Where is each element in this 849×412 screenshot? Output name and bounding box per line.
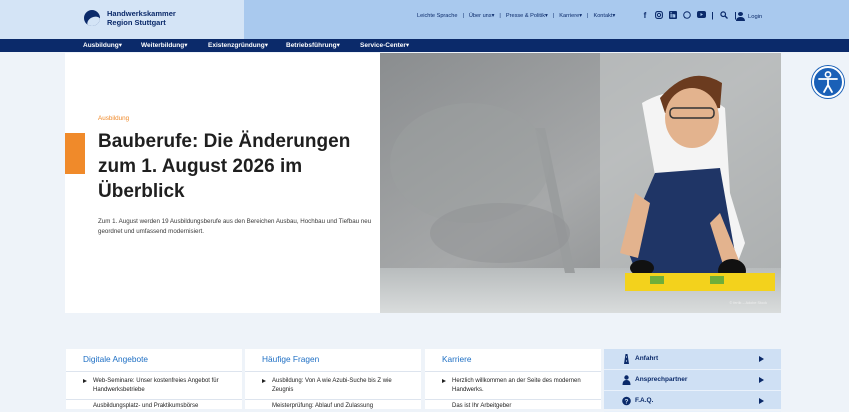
question-icon: ?: [622, 396, 631, 406]
login-link[interactable]: Login: [736, 12, 762, 21]
youtube-icon[interactable]: [697, 11, 706, 20]
nav-item-label: Ausbildung: [83, 42, 119, 49]
divider: [245, 371, 421, 372]
divider: [245, 399, 421, 400]
util-link-label: Presse & Politik: [505, 13, 546, 19]
arrow-right-icon: [759, 377, 764, 383]
linkedin-icon[interactable]: [669, 11, 677, 20]
hero-teaser[interactable]: Ausbildung Bauberufe: Die Änderungen zum…: [65, 53, 380, 313]
column-title[interactable]: Karriere: [442, 354, 472, 364]
search-icon[interactable]: [720, 11, 728, 20]
arrow-right-icon: [759, 356, 764, 362]
hero-accent-bar: [65, 133, 85, 174]
column-link[interactable]: Ausbildungsplatz- und Praktikumsbörse: [93, 403, 198, 409]
util-link-label: Über uns: [468, 13, 492, 19]
nav-item-label: Betriebsführung: [286, 42, 337, 49]
quick-link-ansprechpartner[interactable]: Ansprechpartner: [604, 370, 781, 391]
column-title[interactable]: Häufige Fragen: [262, 354, 319, 364]
divider: [66, 399, 242, 400]
divider: [425, 371, 601, 372]
nav-item-label: Service-Center: [360, 42, 406, 49]
util-link-karriere[interactable]: Karriere▾: [559, 13, 582, 19]
column-link[interactable]: Web-Seminare: Unser kostenfreies Angebot…: [83, 377, 223, 395]
quick-link-label: F.A.Q.: [635, 397, 654, 404]
arrow-right-icon: [759, 398, 764, 404]
quick-links: Anfahrt Ansprechpartner ? F.A.Q.: [604, 349, 781, 412]
separator: |: [587, 13, 589, 19]
column-link[interactable]: Meisterprüfung: Ablauf und Zulassung: [272, 403, 373, 409]
column-link[interactable]: Das ist Ihr Arbeitgeber: [452, 403, 511, 409]
column-title[interactable]: Digitale Angebote: [83, 354, 148, 364]
whatsapp-icon[interactable]: [683, 11, 691, 20]
divider: [66, 371, 242, 372]
nav-item-service-center[interactable]: Service-Center▾: [360, 41, 409, 49]
logo-line-1: Handwerkskammer: [107, 9, 176, 18]
teaser-column-digital: Digitale Angebote Web-Seminare: Unser ko…: [66, 349, 242, 409]
util-link-presse[interactable]: Presse & Politik▾: [506, 13, 548, 19]
logo-area[interactable]: Handwerkskammer Region Stuttgart: [0, 0, 244, 39]
logo-line-2: Region Stuttgart: [107, 18, 166, 27]
column-link[interactable]: Ausbildung: Von A wie Azubi-Suche bis Z …: [262, 377, 412, 395]
social-icons: f | |: [641, 11, 737, 20]
util-link-ueber-uns[interactable]: Über uns▾: [469, 13, 495, 19]
util-link-kontakt[interactable]: Kontakt▾: [593, 13, 615, 19]
separator: |: [711, 11, 714, 20]
util-link-label: Kontakt: [593, 13, 613, 19]
nav-item-ausbildung[interactable]: Ausbildung▾: [83, 41, 122, 49]
utility-nav: Leichte Sprache | Über uns▾ | Presse & P…: [417, 13, 615, 19]
nav-item-weiterbildung[interactable]: Weiterbildung▾: [141, 41, 187, 49]
quick-link-label: Ansprechpartner: [635, 376, 688, 383]
road-icon: [624, 354, 629, 364]
accessibility-icon: [818, 71, 838, 93]
quick-link-label: Anfahrt: [635, 355, 659, 362]
logo-mark-icon: [84, 10, 100, 26]
nav-item-label: Existenzgründung: [208, 42, 265, 49]
separator: |: [462, 13, 464, 19]
hero-kicker: Ausbildung: [98, 115, 130, 122]
hero-lead: Zum 1. August werden 19 Ausbildungsberuf…: [98, 218, 372, 235]
person-icon: [622, 375, 631, 385]
image-credit: © fertik – Adobe Stock: [729, 301, 767, 305]
quick-link-anfahrt[interactable]: Anfahrt: [604, 349, 781, 370]
main-nav: Ausbildung▾ Weiterbildung▾ Existenzgründ…: [0, 39, 849, 52]
svg-text:?: ?: [625, 399, 629, 406]
divider: [425, 399, 601, 400]
nav-item-betriebsfuehrung[interactable]: Betriebsführung▾: [286, 41, 340, 49]
user-icon: [736, 12, 745, 21]
nav-item-existenzgruendung[interactable]: Existenzgründung▾: [208, 41, 268, 49]
facebook-icon[interactable]: f: [641, 11, 649, 20]
separator: |: [552, 13, 555, 19]
column-link[interactable]: Herzlich willkommen an der Seite des mod…: [442, 377, 587, 395]
util-link-leichte-sprache[interactable]: Leichte Sprache: [417, 13, 457, 19]
hero-title[interactable]: Bauberufe: Die Änderungen zum 1. August …: [98, 129, 368, 204]
teaser-column-karriere: Karriere Herzlich willkommen an der Seit…: [425, 349, 601, 409]
separator: |: [499, 13, 501, 19]
accessibility-button[interactable]: [812, 66, 844, 98]
instagram-icon[interactable]: [655, 11, 663, 20]
util-link-label: Karriere: [559, 13, 580, 19]
hero-image: © fertik – Adobe Stock: [380, 53, 781, 313]
teaser-column-faq: Häufige Fragen Ausbildung: Von A wie Azu…: [245, 349, 421, 409]
nav-item-label: Weiterbildung: [141, 42, 185, 49]
login-label: Login: [748, 13, 763, 20]
logo-text: Handwerkskammer Region Stuttgart: [107, 9, 176, 27]
